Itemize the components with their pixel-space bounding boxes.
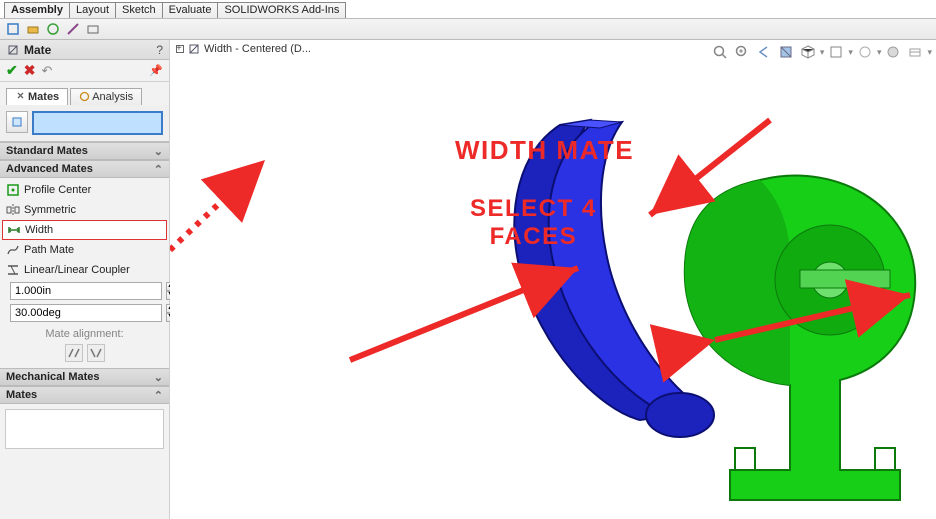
mate-path[interactable]: Path Mate	[2, 240, 167, 260]
profile-center-icon	[6, 183, 20, 197]
mate-linear-coupler-label: Linear/Linear Coupler	[24, 264, 130, 276]
section-mates-list[interactable]: Mates ⌃	[0, 386, 169, 404]
annotation-title: WIDTH MATE	[455, 135, 634, 166]
chevron-down-icon: ⌄	[154, 145, 163, 158]
chevron-down-icon: ⌄	[154, 371, 163, 384]
fm-tab-property-manager-icon[interactable]	[24, 20, 42, 38]
mate-symmetric-label: Symmetric	[24, 204, 76, 216]
feature-manager-tab-bar	[0, 18, 936, 40]
existing-mates-listbox[interactable]	[5, 409, 164, 449]
fm-tab-dim-manager-icon[interactable]	[64, 20, 82, 38]
analysis-icon	[79, 91, 90, 102]
annotation-line2a: SELECT 4	[470, 195, 597, 223]
undo-arrow-icon[interactable]: ↶	[41, 63, 52, 79]
section-mechanical-label: Mechanical Mates	[6, 371, 100, 383]
fm-tab-display-manager-icon[interactable]	[84, 20, 102, 38]
advanced-mates-body: Profile Center Symmetric Width Path Mate…	[0, 178, 169, 368]
fm-tab-config-manager-icon[interactable]	[44, 20, 62, 38]
pm-title: Mate	[24, 43, 51, 57]
section-mechanical-mates[interactable]: Mechanical Mates ⌄	[0, 368, 169, 386]
property-manager-panel: Mate ? ✔ ✖ ↶ 📌 Mates Analysis	[0, 40, 170, 519]
chevron-up-icon: ⌃	[154, 389, 163, 402]
model-render	[170, 40, 936, 519]
graphics-viewport[interactable]: Width - Centered (D... ▾ ▾ ▾ ▾	[170, 40, 936, 519]
fm-tab-feature-tree-icon[interactable]	[4, 20, 22, 38]
mate-width[interactable]: Width	[2, 220, 167, 240]
tab-mates[interactable]: Mates	[6, 88, 68, 105]
entity-icon	[10, 115, 24, 129]
tab-sketch[interactable]: Sketch	[115, 2, 163, 18]
help-button[interactable]: ?	[156, 43, 163, 57]
distance-row: ▲▼	[2, 280, 167, 302]
mate-width-label: Width	[25, 224, 53, 236]
paperclip-icon	[15, 91, 26, 102]
tab-addins[interactable]: SOLIDWORKS Add-Ins	[217, 2, 346, 18]
mate-linear-coupler[interactable]: Linear/Linear Coupler	[2, 260, 167, 280]
angle-row: ▲▼	[2, 302, 167, 324]
mate-inner-tabs: Mates Analysis	[0, 82, 169, 105]
tab-analysis-label: Analysis	[92, 91, 133, 103]
annotation-line2b: FACES	[470, 223, 597, 251]
width-mate-icon	[7, 223, 21, 237]
symmetric-icon	[6, 203, 20, 217]
mate-alignment-label: Mate alignment:	[2, 324, 167, 344]
tab-mates-label: Mates	[28, 91, 59, 103]
tab-evaluate[interactable]: Evaluate	[162, 2, 219, 18]
selection-filter-button[interactable]	[6, 111, 28, 133]
align-anti-button[interactable]	[87, 344, 105, 362]
ok-button[interactable]: ✔	[6, 62, 18, 79]
angle-input[interactable]	[10, 304, 162, 322]
mates-list-body	[0, 404, 169, 454]
mate-path-label: Path Mate	[24, 244, 74, 256]
align-anti-icon	[89, 347, 103, 359]
path-mate-icon	[6, 243, 20, 257]
cancel-button[interactable]: ✖	[24, 62, 36, 79]
distance-input[interactable]	[10, 282, 162, 300]
chevron-up-icon: ⌃	[154, 163, 163, 176]
section-mates-list-label: Mates	[6, 389, 37, 401]
pm-confirm-row: ✔ ✖ ↶ 📌	[0, 60, 169, 82]
section-advanced-mates[interactable]: Advanced Mates ⌃	[0, 160, 169, 178]
mate-symmetric[interactable]: Symmetric	[2, 200, 167, 220]
linear-coupler-icon	[6, 263, 20, 277]
section-advanced-label: Advanced Mates	[6, 163, 93, 175]
section-standard-mates[interactable]: Standard Mates ⌄	[0, 142, 169, 160]
tab-assembly[interactable]: Assembly	[4, 2, 70, 18]
mate-profile-center[interactable]: Profile Center	[2, 180, 167, 200]
tab-layout[interactable]: Layout	[69, 2, 116, 18]
mate-profile-center-label: Profile Center	[24, 184, 91, 196]
alignment-buttons	[2, 344, 167, 366]
align-aligned-icon	[67, 347, 81, 359]
command-tab-bar: Assembly Layout Sketch Evaluate SOLIDWOR…	[0, 0, 936, 18]
section-standard-label: Standard Mates	[6, 145, 88, 157]
pm-title-bar: Mate ?	[0, 40, 169, 60]
mate-selections-panel	[0, 105, 169, 142]
mate-icon	[6, 43, 20, 57]
mate-selections-list[interactable]	[32, 111, 163, 135]
pushpin-icon[interactable]: 📌	[149, 64, 163, 77]
tab-analysis[interactable]: Analysis	[70, 88, 142, 105]
align-aligned-button[interactable]	[65, 344, 83, 362]
